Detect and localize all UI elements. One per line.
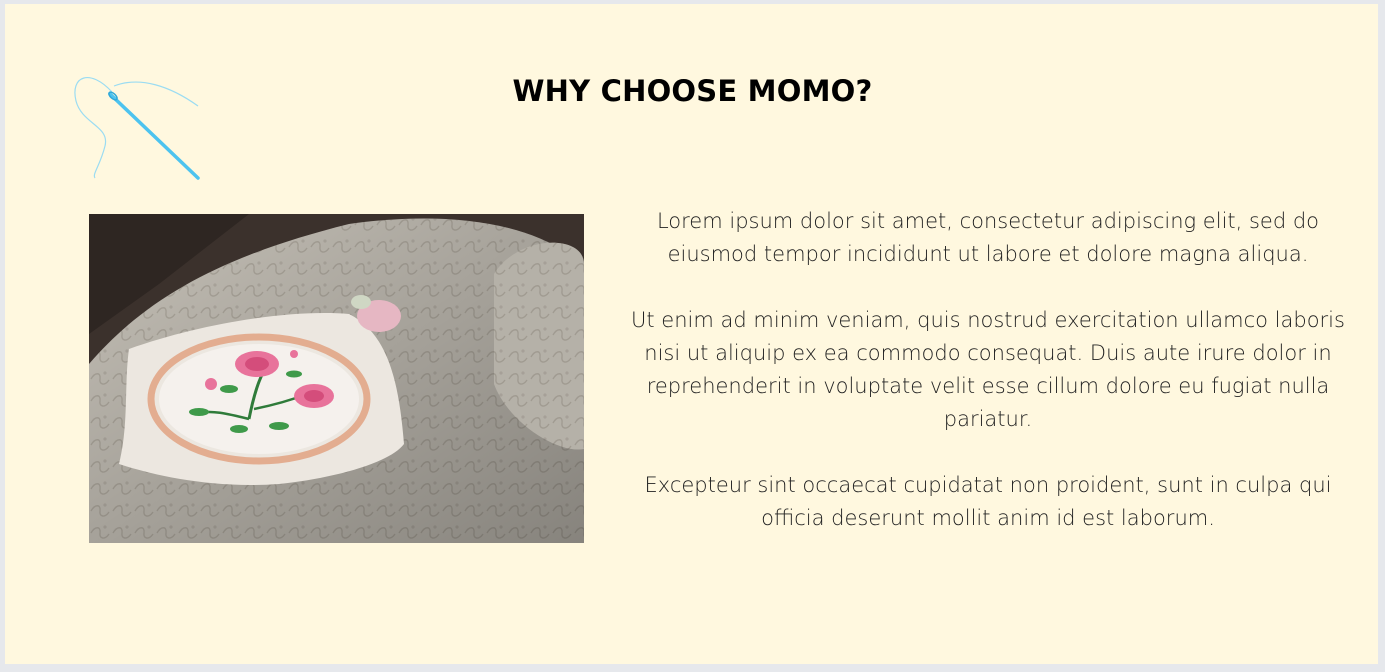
description-paragraph: Excepteur sint occaecat cupidatat non pr… <box>644 473 1332 530</box>
section-title: WHY CHOOSE MOMO? <box>512 74 873 108</box>
description-column: Lorem ipsum dolor sit amet, consectetur … <box>618 205 1358 568</box>
description-paragraph: Ut enim ad minim veniam, quis nostrud ex… <box>631 308 1345 431</box>
embroidery-hoop-photo <box>89 214 584 543</box>
description-paragraph: Lorem ipsum dolor sit amet, consectetur … <box>656 209 1320 266</box>
why-choose-section: WHY CHOOSE MOMO? Lorem ipsum dolor sit a… <box>5 4 1378 664</box>
